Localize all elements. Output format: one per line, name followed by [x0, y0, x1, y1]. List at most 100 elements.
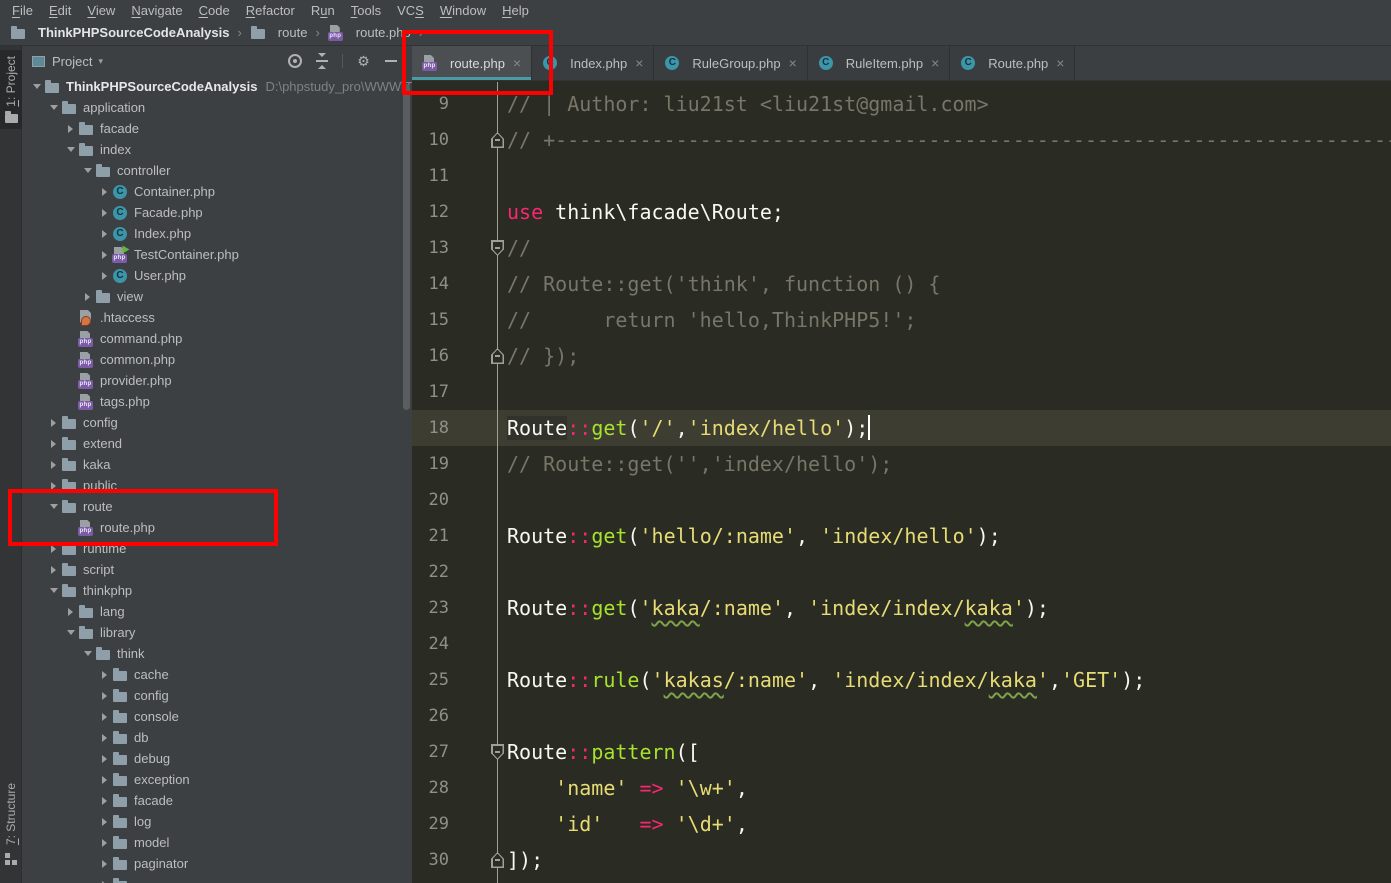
hide-panel-icon[interactable]	[384, 54, 398, 68]
tree-expand-arrow-icon[interactable]	[30, 80, 44, 93]
tree-expand-arrow-icon[interactable]	[98, 188, 112, 196]
tree-item-console[interactable]: console	[22, 706, 412, 727]
tree-expand-arrow-icon[interactable]	[98, 272, 112, 280]
tree-expand-arrow-icon[interactable]	[64, 125, 78, 133]
tree-item-config[interactable]: config	[22, 412, 412, 433]
tree-item-script[interactable]: script	[22, 559, 412, 580]
tree-item-paginator[interactable]: paginator	[22, 853, 412, 874]
tree-item-testcontainer-php[interactable]: TestContainer.php	[22, 244, 412, 265]
menu-item-refactor[interactable]: Refactor	[238, 3, 303, 18]
menu-item-window[interactable]: Window	[432, 3, 494, 18]
tree-item-exception[interactable]: exception	[22, 769, 412, 790]
code-line-11[interactable]: 11	[412, 158, 1391, 194]
menu-item-edit[interactable]: Edit	[41, 3, 79, 18]
project-panel-title[interactable]: Project	[52, 54, 92, 69]
tree-item-facade-php[interactable]: Facade.php	[22, 202, 412, 223]
tree-item-extend[interactable]: extend	[22, 433, 412, 454]
tree-item-index-php[interactable]: Index.php	[22, 223, 412, 244]
tree-item-library[interactable]: library	[22, 622, 412, 643]
close-icon[interactable]: ×	[789, 55, 797, 71]
code-line-19[interactable]: 19// Route::get('','index/hello');	[412, 446, 1391, 482]
tree-item-kaka[interactable]: kaka	[22, 454, 412, 475]
code-line-29[interactable]: 29 'id' => '\d+',	[412, 806, 1391, 842]
tree-item-view[interactable]: view	[22, 286, 412, 307]
breadcrumb-item-route[interactable]: route	[248, 25, 310, 41]
tree-expand-arrow-icon[interactable]	[47, 461, 61, 469]
tree-item-provider-php[interactable]: provider.php	[22, 370, 412, 391]
tree-item-facade[interactable]: facade	[22, 118, 412, 139]
code-line-14[interactable]: 14// Route::get('think', function () {	[412, 266, 1391, 302]
tree-item-command-php[interactable]: command.php	[22, 328, 412, 349]
tree-item-thinkphpsourcecodeanalysis[interactable]: ThinkPHPSourceCodeAnalysisD:\phpstudy_pr…	[22, 76, 412, 97]
tree-expand-arrow-icon[interactable]	[81, 164, 95, 177]
code-line-18[interactable]: 18Route::get('/','index/hello');	[412, 410, 1391, 446]
fold-start-icon[interactable]	[491, 240, 504, 256]
tab-ruleitem-php[interactable]: RuleItem.php×	[808, 46, 951, 80]
tree-expand-arrow-icon[interactable]	[98, 797, 112, 805]
tree-expand-arrow-icon[interactable]	[47, 584, 61, 597]
tree-item-facade[interactable]: facade	[22, 790, 412, 811]
menu-item-view[interactable]: View	[79, 3, 123, 18]
tree-expand-arrow-icon[interactable]	[98, 671, 112, 679]
fold-end-icon[interactable]	[491, 132, 504, 148]
tree-expand-arrow-icon[interactable]	[98, 818, 112, 826]
tree-item-application[interactable]: application	[22, 97, 412, 118]
tree-expand-arrow-icon[interactable]	[98, 209, 112, 217]
tree-item-common-php[interactable]: common.php	[22, 349, 412, 370]
tree-item-thinkphp[interactable]: thinkphp	[22, 580, 412, 601]
code-line-26[interactable]: 26	[412, 698, 1391, 734]
code-line-9[interactable]: 9// | Author: liu21st <liu21st@gmail.com…	[412, 86, 1391, 122]
code-line-21[interactable]: 21Route::get('hello/:name', 'index/hello…	[412, 518, 1391, 554]
menu-item-vcs[interactable]: VCS	[389, 3, 432, 18]
tree-expand-arrow-icon[interactable]	[47, 419, 61, 427]
code-line-28[interactable]: 28 'name' => '\w+',	[412, 770, 1391, 806]
tree-expand-arrow-icon[interactable]	[98, 860, 112, 868]
tree-item-tags-php[interactable]: tags.php	[22, 391, 412, 412]
breadcrumb-item-route.php[interactable]: route.php	[326, 25, 413, 41]
fold-start-icon[interactable]	[491, 744, 504, 760]
tree-item-cache[interactable]: cache	[22, 664, 412, 685]
code-line-23[interactable]: 23Route::get('kaka/:name', 'index/index/…	[412, 590, 1391, 626]
tree-item-config[interactable]: config	[22, 685, 412, 706]
tree-expand-arrow-icon[interactable]	[98, 839, 112, 847]
close-icon[interactable]: ×	[931, 55, 939, 71]
breadcrumb-item-thinkphpsourcecodeanalysis[interactable]: ThinkPHPSourceCodeAnalysis	[8, 25, 231, 41]
menu-item-help[interactable]: Help	[494, 3, 537, 18]
tool-window-button-project[interactable]: 1: Project	[0, 50, 22, 129]
tree-expand-arrow-icon[interactable]	[98, 692, 112, 700]
tree-item-container-php[interactable]: Container.php	[22, 181, 412, 202]
close-icon[interactable]: ×	[635, 55, 643, 71]
tree-item--htaccess[interactable]: .htaccess	[22, 307, 412, 328]
gear-icon[interactable]: ⚙	[356, 54, 371, 68]
menu-item-tools[interactable]: Tools	[343, 3, 389, 18]
tree-expand-arrow-icon[interactable]	[98, 734, 112, 742]
tree-expand-arrow-icon[interactable]	[98, 755, 112, 763]
code-line-10[interactable]: 10// +----------------------------------…	[412, 122, 1391, 158]
tree-expand-arrow-icon[interactable]	[64, 608, 78, 616]
code-line-15[interactable]: 15// return 'hello,ThinkPHP5!';	[412, 302, 1391, 338]
menu-item-code[interactable]: Code	[191, 3, 238, 18]
tree-expand-arrow-icon[interactable]	[98, 776, 112, 784]
tree-expand-arrow-icon[interactable]	[98, 230, 112, 238]
code-line-17[interactable]: 17	[412, 374, 1391, 410]
tree-expand-arrow-icon[interactable]	[47, 566, 61, 574]
fold-end-icon[interactable]	[491, 852, 504, 868]
tab-rulegroup-php[interactable]: RuleGroup.php×	[654, 46, 807, 80]
code-line-12[interactable]: 12use think\facade\Route;	[412, 194, 1391, 230]
code-line-30[interactable]: 30]);	[412, 842, 1391, 878]
tree-item-model[interactable]: model	[22, 832, 412, 853]
tree-expand-arrow-icon[interactable]	[64, 626, 78, 639]
tree-expand-arrow-icon[interactable]	[64, 143, 78, 156]
collapse-all-icon[interactable]	[315, 54, 329, 68]
tree-item-log[interactable]: log	[22, 811, 412, 832]
locate-icon[interactable]	[288, 54, 302, 68]
tree-expand-arrow-icon[interactable]	[81, 293, 95, 301]
tree-expand-arrow-icon[interactable]	[98, 251, 112, 259]
tree-item[interactable]	[22, 874, 412, 883]
menu-item-file[interactable]: File	[4, 3, 41, 18]
fold-end-icon[interactable]	[491, 348, 504, 364]
tool-window-button-structure[interactable]: 7: Structure	[0, 777, 22, 873]
tree-expand-arrow-icon[interactable]	[47, 440, 61, 448]
code-line-16[interactable]: 16// });	[412, 338, 1391, 374]
tree-item-debug[interactable]: debug	[22, 748, 412, 769]
